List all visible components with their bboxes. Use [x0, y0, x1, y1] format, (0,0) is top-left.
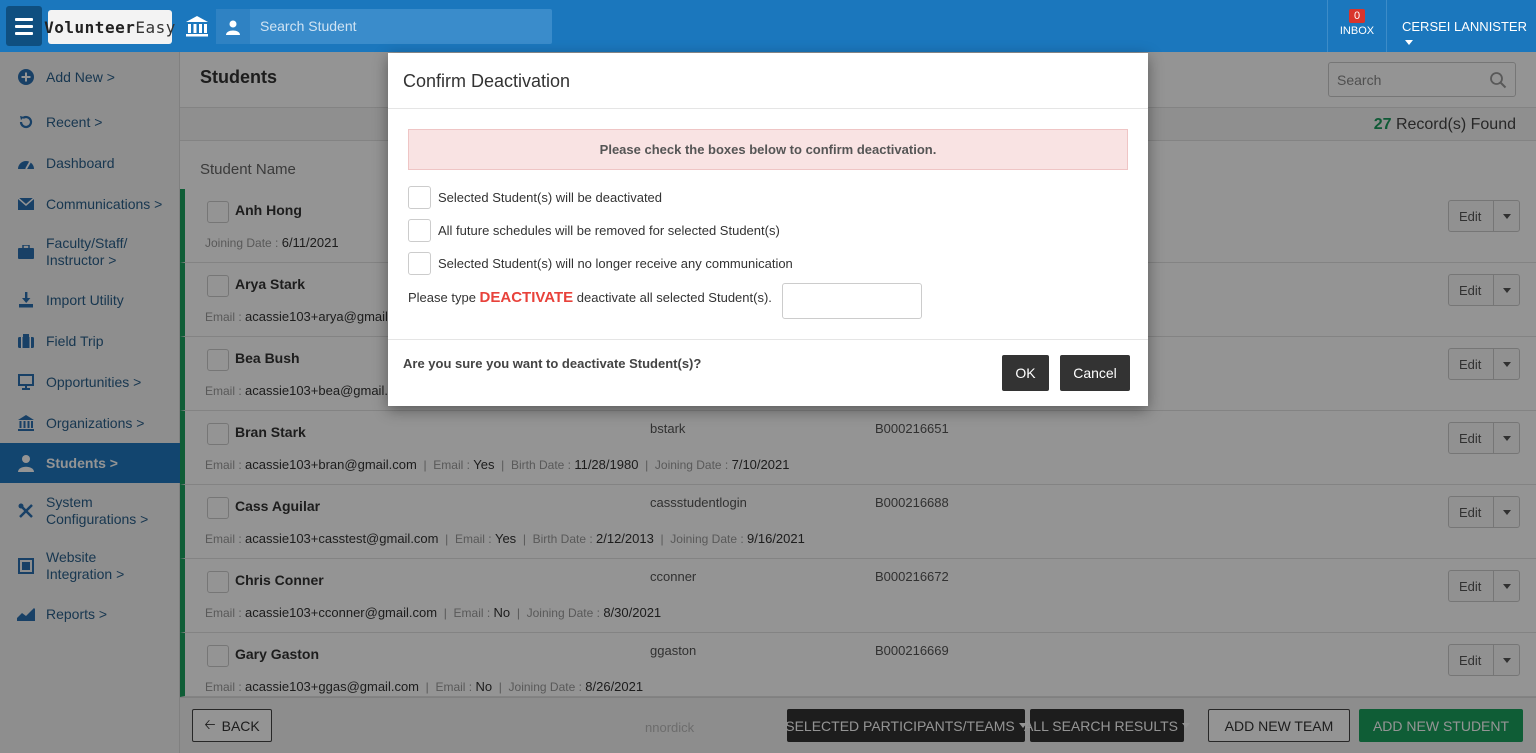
- confirm-question: Are you sure you want to deactivate Stud…: [403, 356, 702, 371]
- search-placeholder: Search Student: [260, 18, 357, 34]
- checkbox-label[interactable]: Selected Student(s) will no longer recei…: [438, 256, 793, 271]
- cancel-button[interactable]: Cancel: [1060, 355, 1130, 391]
- checkbox[interactable]: [408, 251, 431, 275]
- inbox-count-badge: 0: [1348, 9, 1366, 23]
- checkbox[interactable]: [408, 218, 431, 242]
- chevron-down-icon: [1405, 40, 1413, 46]
- checkbox-label[interactable]: All future schedules will be removed for…: [438, 223, 780, 238]
- confirm-deactivation-dialog: Confirm Deactivation Please check the bo…: [388, 53, 1148, 406]
- deactivate-keyword: DEACTIVATE: [479, 289, 574, 306]
- user-name: CERSEI LANNISTER: [1402, 19, 1527, 34]
- logo-main-text: Volunteer: [44, 17, 136, 37]
- divider: [388, 339, 1148, 340]
- checkbox-label[interactable]: Selected Student(s) will be deactivated: [438, 190, 662, 205]
- ok-button[interactable]: OK: [1002, 355, 1049, 391]
- bank-icon[interactable]: [184, 14, 210, 38]
- confirm-checkbox-deactivated[interactable]: Selected Student(s) will be deactivated: [408, 185, 662, 209]
- top-bar: Volunteer Easy Search Student 0 INBOX CER…: [0, 0, 1536, 52]
- divider: [388, 108, 1148, 109]
- hamburger-menu-button[interactable]: [6, 6, 42, 46]
- confirm-checkbox-schedules[interactable]: All future schedules will be removed for…: [408, 218, 780, 242]
- app-logo[interactable]: Volunteer Easy: [44, 10, 175, 44]
- user-menu[interactable]: CERSEI LANNISTER: [1402, 19, 1536, 49]
- inbox-label: INBOX: [1339, 25, 1375, 37]
- dialog-title: Confirm Deactivation: [403, 71, 571, 91]
- type-instruction: Please type DEACTIVATE deactivate all se…: [408, 289, 772, 306]
- checkbox[interactable]: [408, 185, 431, 209]
- user-icon: [216, 9, 250, 44]
- student-search-input[interactable]: Search Student: [216, 9, 552, 44]
- confirm-checkbox-communication[interactable]: Selected Student(s) will no longer recei…: [408, 251, 793, 275]
- inbox-button[interactable]: 0 INBOX: [1327, 0, 1387, 52]
- deactivate-confirm-input[interactable]: [782, 283, 922, 319]
- warning-alert: Please check the boxes below to confirm …: [408, 129, 1128, 170]
- logo-suffix-text: Easy: [135, 17, 176, 37]
